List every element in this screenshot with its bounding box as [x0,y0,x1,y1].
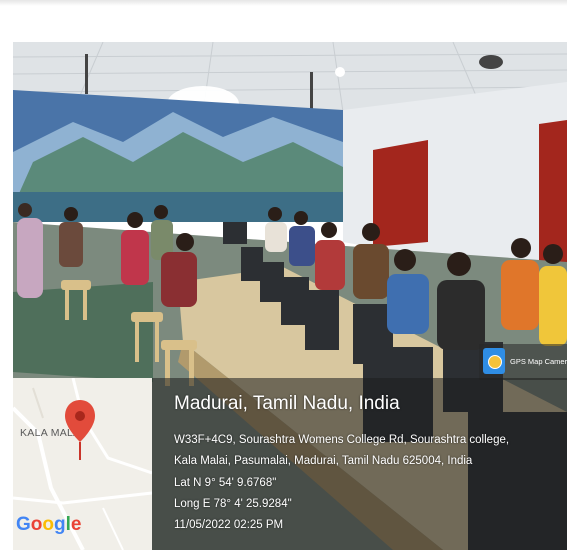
gps-badge-label: GPS Map Camera [510,357,567,366]
google-logo: Google [16,514,82,535]
map-pin-icon [65,400,95,460]
latitude-readout: Lat N 9° 54' 9.6768" [174,477,277,489]
gps-map-camera-icon [483,348,505,374]
address-line-2: Kala Malai, Pasumalai, Madurai, Tamil Na… [174,455,473,467]
address-line-1: W33F+4C9, Sourashtra Womens College Rd, … [174,434,510,446]
location-title: Madurai, Tamil Nadu, India [174,393,400,414]
timestamp: 11/05/2022 02:25 PM [174,519,284,531]
longitude-readout: Long E 78° 4' 25.9284" [174,498,292,510]
top-border [0,0,567,6]
